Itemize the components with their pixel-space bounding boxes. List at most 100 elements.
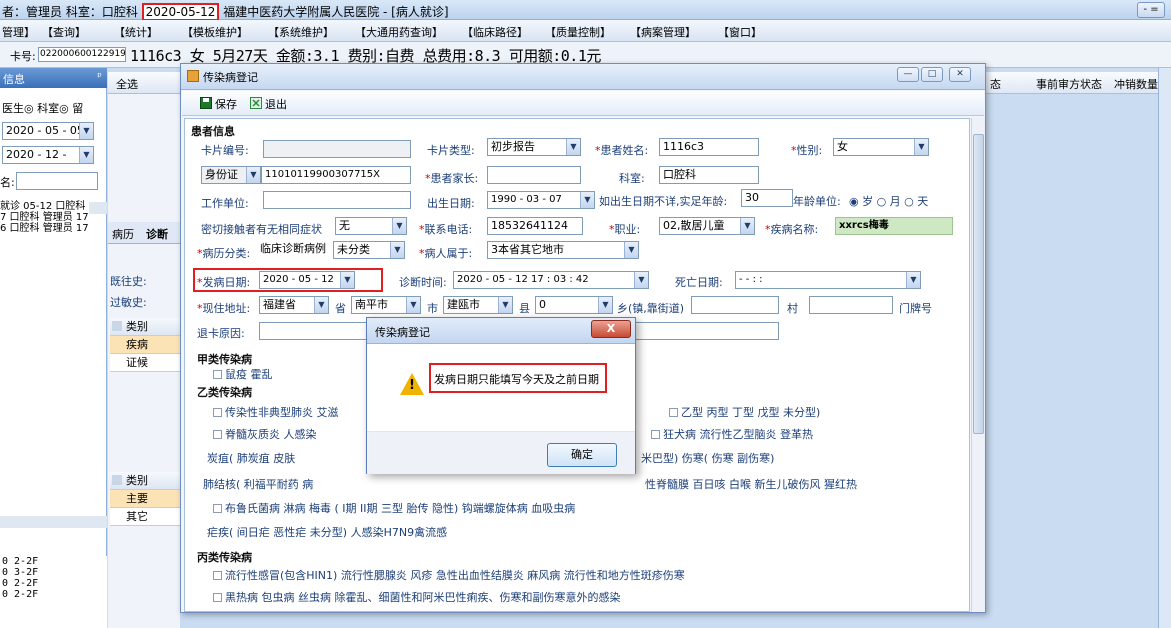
list-item[interactable]: 0 2-2F <box>0 556 107 567</box>
card-no-input[interactable] <box>263 140 411 158</box>
list-item[interactable]: 0 3-2F <box>0 567 107 578</box>
table-row[interactable]: 主要 <box>110 490 180 508</box>
job-select[interactable]: 02,散居儿童 ▼ <box>659 217 755 235</box>
chevron-down-icon[interactable]: ▼ <box>79 147 93 163</box>
menu-clinical-path[interactable]: 【临床路径】 <box>462 24 528 40</box>
menu-manage[interactable]: 管理】 <box>2 24 35 40</box>
case-class2-select[interactable]: 未分类 ▼ <box>333 241 405 259</box>
checkbox[interactable] <box>669 408 678 417</box>
exit-button[interactable]: 退出 <box>265 96 287 112</box>
checkbox[interactable] <box>213 593 222 602</box>
contact-select[interactable]: 无 ▼ <box>335 217 407 235</box>
chevron-down-icon[interactable]: ▼ <box>634 272 648 288</box>
class-b-row-4-right[interactable]: 性脊髓膜 百日咳 白喉 新生儿破伤风 猩红热 <box>645 476 857 492</box>
chevron-down-icon[interactable]: ▼ <box>914 139 928 155</box>
window-close-button[interactable]: ✕ <box>949 67 971 82</box>
class-a-options[interactable]: 鼠疫 霍乱 <box>207 366 273 382</box>
end-date-input[interactable]: 2020 - 12 - ▼ <box>2 146 94 164</box>
menu-stats[interactable]: 【统计】 <box>114 24 158 40</box>
checkbox[interactable] <box>213 571 222 580</box>
window-maximize-button[interactable]: □ <box>921 67 943 82</box>
class-b-row-1-right[interactable]: 乙型 丙型 丁型 戊型 未分型) <box>663 404 820 420</box>
list-item[interactable]: 就诊 05-12 口腔科 <box>0 201 89 212</box>
pin-icon[interactable]: ᵖ <box>97 70 102 83</box>
table-row[interactable]: 疾病 <box>110 336 180 354</box>
list-item[interactable]: 6 口腔科 管理员 17 <box>0 223 89 234</box>
menu-quality[interactable]: 【质量控制】 <box>545 24 611 40</box>
name-input[interactable] <box>16 172 98 190</box>
disease-input[interactable]: xxrcs梅毒 <box>835 217 953 235</box>
form-vertical-scrollbar[interactable] <box>971 118 985 612</box>
age-input[interactable]: 30 <box>741 189 793 207</box>
chevron-down-icon[interactable]: ▼ <box>580 192 594 208</box>
chevron-down-icon[interactable]: ▼ <box>498 297 512 313</box>
chevron-down-icon[interactable]: ▼ <box>740 218 754 234</box>
ok-button[interactable]: 确定 <box>547 443 617 467</box>
tab-diagnosis[interactable]: 诊断 <box>146 226 168 242</box>
checkbox[interactable] <box>213 430 222 439</box>
id-type-select[interactable]: 身份证 ▼ <box>201 166 261 184</box>
class-b-row-2-left[interactable]: 脊髓灰质炎 人感染 <box>207 426 317 442</box>
checkbox[interactable] <box>213 408 222 417</box>
class-b-row-4-left[interactable]: 肺结核( 利福平耐药 病 <box>203 476 313 492</box>
birth-date-input[interactable]: 1990 - 03 - 07 ▼ <box>487 191 595 209</box>
town-input[interactable] <box>691 296 779 314</box>
tab-case[interactable]: 病历 <box>112 226 134 242</box>
id-no-input[interactable]: 11010119900307715X <box>261 166 411 184</box>
onset-date-input[interactable]: 2020 - 05 - 12 ▼ <box>259 271 355 289</box>
window-minimize-button[interactable]: — <box>897 67 919 82</box>
dialog-close-button[interactable]: X <box>591 320 631 338</box>
chevron-down-icon[interactable]: ▼ <box>390 242 404 258</box>
class-c-row-2[interactable]: 黑热病 包虫病 丝虫病 除霍乱、细菌性和阿米巴性痢疾、伤寒和副伤寒意外的感染 <box>207 589 621 605</box>
age-unit-radio[interactable]: ◉ 岁 ○ 月 ○ 天 <box>849 193 928 209</box>
sex-select[interactable]: 女 ▼ <box>833 138 929 156</box>
menu-case[interactable]: 【病案管理】 <box>630 24 696 40</box>
chevron-down-icon[interactable]: ▼ <box>79 123 93 139</box>
work-unit-input[interactable] <box>263 191 411 209</box>
chevron-down-icon[interactable]: ▼ <box>624 242 638 258</box>
phone-input[interactable]: 18532641124 <box>487 217 583 235</box>
start-date-input[interactable]: 2020 - 05 - 05 ▼ <box>2 122 94 140</box>
hscroll-bar-2[interactable] <box>0 516 107 528</box>
chevron-down-icon[interactable]: ▼ <box>566 139 580 155</box>
diag-time-input[interactable]: 2020 - 05 - 12 17 : 03 : 42 ▼ <box>453 271 649 289</box>
class-b-row-6[interactable]: 疟疾( 间日疟 恶性疟 未分型) 人感染H7N9禽流感 <box>207 524 447 540</box>
chevron-down-icon[interactable]: ▼ <box>406 297 420 313</box>
class-b-row-3-left[interactable]: 炭疽( 肺炭疽 皮肤 <box>207 450 295 466</box>
scrollbar-thumb[interactable] <box>973 134 984 434</box>
checkbox[interactable] <box>651 430 660 439</box>
province-select[interactable]: 福建省 ▼ <box>259 296 329 314</box>
village-input[interactable] <box>809 296 893 314</box>
list-item[interactable]: 7 口腔科 管理员 17 <box>0 212 89 223</box>
card-type-select[interactable]: 初步报告 ▼ <box>487 138 581 156</box>
death-date-input[interactable]: - - : : ▼ <box>735 271 921 289</box>
select-all-column[interactable]: 全选 <box>116 76 138 92</box>
checkbox[interactable] <box>213 504 222 513</box>
save-button[interactable]: 保存 <box>215 96 237 112</box>
dept-input[interactable]: 口腔科 <box>659 166 759 184</box>
chevron-down-icon[interactable]: ▼ <box>906 272 920 288</box>
menu-query[interactable]: 【查询】 <box>42 24 86 40</box>
guardian-input[interactable] <box>487 166 581 184</box>
chevron-down-icon[interactable]: ▼ <box>246 167 260 183</box>
table-row[interactable]: 证候 <box>110 354 180 372</box>
menu-drug-query[interactable]: 【大通用药查询】 <box>355 24 443 40</box>
list-item[interactable]: 0 2-2F <box>0 578 107 589</box>
chevron-down-icon[interactable]: ▼ <box>340 272 354 288</box>
minimize-button[interactable]: - = <box>1137 2 1165 18</box>
patient-name-input[interactable]: 1116c3 <box>659 138 759 156</box>
class-b-row-1-left[interactable]: 传染性非典型肺炎 艾滋 <box>207 404 339 420</box>
card-input[interactable]: 022000600122919 <box>38 47 126 62</box>
belong-select[interactable]: 3本省其它地市 ▼ <box>487 241 639 259</box>
city-select[interactable]: 南平市 ▼ <box>351 296 421 314</box>
chevron-down-icon[interactable]: ▼ <box>392 218 406 234</box>
class-b-row-3-right[interactable]: 米巴型) 伤寒( 伤寒 副伤寒) <box>641 450 774 466</box>
menu-template[interactable]: 【模板维护】 <box>182 24 248 40</box>
town-select[interactable]: 0 ▼ <box>535 296 613 314</box>
county-select[interactable]: 建瓯市 ▼ <box>443 296 513 314</box>
list-item[interactable]: 0 2-2F <box>0 589 107 600</box>
chevron-down-icon[interactable]: ▼ <box>598 297 612 313</box>
menu-window[interactable]: 【窗口】 <box>718 24 762 40</box>
menu-system[interactable]: 【系统维护】 <box>268 24 334 40</box>
checkbox[interactable] <box>213 370 222 379</box>
